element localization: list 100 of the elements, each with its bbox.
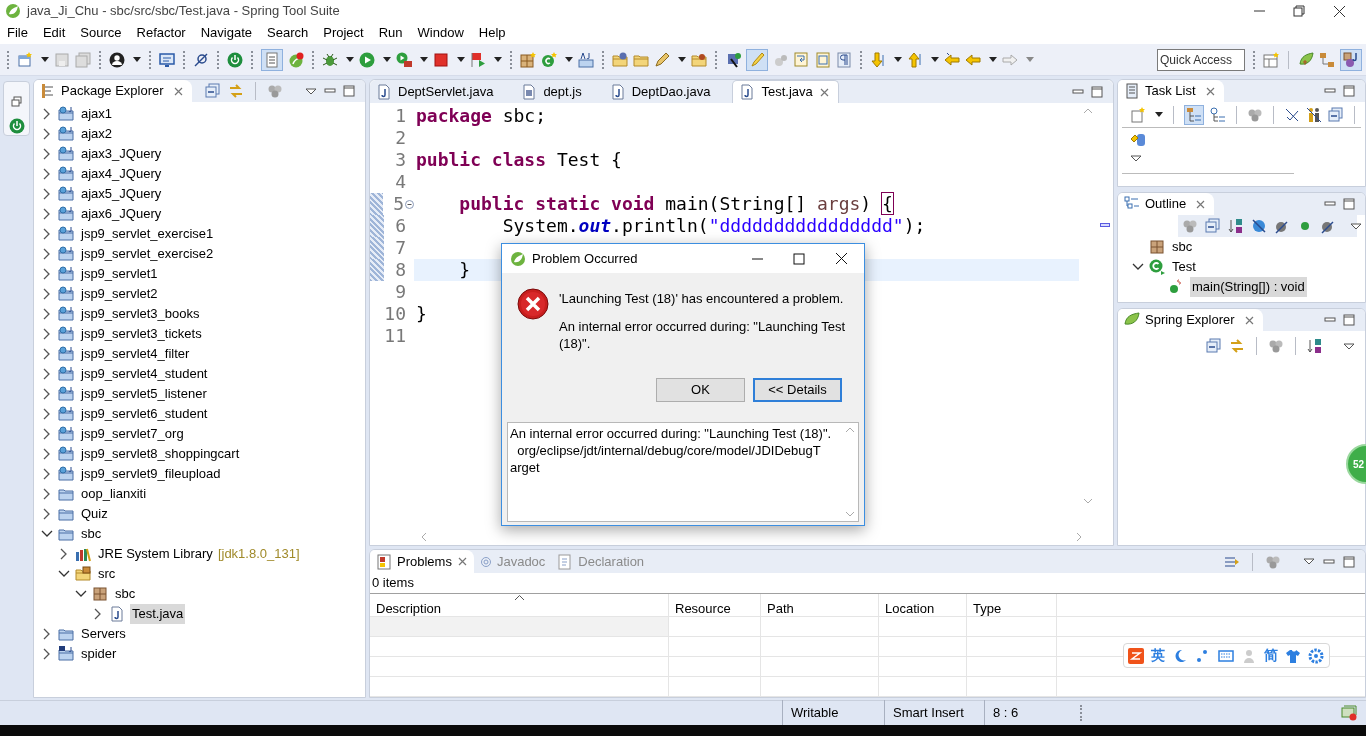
view-menu-icon[interactable] xyxy=(1303,557,1315,566)
numbered-list-icon[interactable] xyxy=(264,51,280,68)
collapse-all-icon[interactable] xyxy=(205,83,221,99)
tree-item[interactable]: jsp9_servlet4_student xyxy=(79,364,210,384)
scroll-down-icon[interactable] xyxy=(845,509,855,518)
hide-fields-icon[interactable] xyxy=(1251,218,1267,234)
view-tab[interactable]: Package Explorer xyxy=(34,80,192,102)
collapse-all-icon[interactable] xyxy=(1328,106,1344,123)
menu-item[interactable]: Edit xyxy=(42,23,66,43)
close-window-icon[interactable] xyxy=(1333,4,1346,18)
maximize-window-icon[interactable] xyxy=(793,252,805,265)
tree-item[interactable]: ajax3_JQuery xyxy=(79,144,164,164)
menu-item[interactable]: File xyxy=(7,23,28,43)
ime-language-toggle[interactable]: 英 xyxy=(1151,645,1165,666)
task-repository-icon[interactable] xyxy=(1130,132,1146,148)
sort-az-icon[interactable] xyxy=(1307,338,1323,354)
dropdown-caret-icon[interactable] xyxy=(133,57,141,62)
dropdown-caret-icon[interactable] xyxy=(989,57,997,62)
menu-item[interactable]: Run xyxy=(378,23,403,43)
java-ee-perspective-icon[interactable] xyxy=(1343,51,1359,68)
tree-item[interactable]: jsp9_servlet5_listener xyxy=(79,384,209,404)
close-window-icon[interactable] xyxy=(835,252,848,265)
menu-item[interactable]: Source xyxy=(80,23,122,43)
view-tab[interactable]: Task List xyxy=(1118,80,1224,102)
tree-item[interactable]: src xyxy=(96,564,118,584)
tree-item[interactable]: jsp9_servlet1 xyxy=(79,264,160,284)
tree-item[interactable]: sbc xyxy=(79,524,104,544)
dropdown-caret-icon[interactable] xyxy=(383,57,391,62)
shirt-icon[interactable] xyxy=(1285,647,1301,664)
tree-item[interactable]: Test.java xyxy=(130,604,186,624)
restore-window-icon[interactable] xyxy=(1293,5,1305,17)
hide-people-icon[interactable] xyxy=(1306,106,1322,123)
tree-item[interactable]: main(String[]) : void xyxy=(1190,277,1307,297)
tree-item[interactable]: jsp9_servlet9_fileupload xyxy=(79,464,223,484)
view-menu-icon[interactable] xyxy=(1130,154,1142,163)
scroll-up-icon[interactable] xyxy=(1083,107,1093,115)
details-text-area[interactable]: An internal error occurred during: "Launching Test (18)". org/eclipse/jdt/internal/debug/core/model/JDIDebugT arget xyxy=(507,421,859,522)
restore-icon[interactable] xyxy=(8,94,25,110)
tree-item[interactable]: ajax1 xyxy=(79,104,115,124)
new-file-icon[interactable] xyxy=(17,51,33,68)
view-tab[interactable]: Spring Explorer xyxy=(1118,309,1263,331)
view-tab[interactable]: Problems xyxy=(370,550,474,573)
editor-tab[interactable]: dept.js xyxy=(515,80,604,103)
menu-item[interactable]: Search xyxy=(267,23,309,43)
view-menu-icon[interactable] xyxy=(305,86,317,96)
new-class-icon[interactable] xyxy=(541,51,557,68)
dialog-button[interactable]: OK xyxy=(656,377,745,402)
column-header[interactable]: Type xyxy=(967,594,1057,616)
menu-item[interactable]: Help xyxy=(478,23,506,43)
tree-item[interactable]: ajax2 xyxy=(79,124,115,144)
scheduled-icon[interactable] xyxy=(1210,106,1226,123)
column-header[interactable]: Location xyxy=(879,594,967,616)
scroll-left-icon[interactable] xyxy=(420,532,428,542)
ime-script-toggle[interactable]: 简 xyxy=(1264,645,1278,666)
next-annotation-icon[interactable] xyxy=(870,51,886,68)
grid-star-icon[interactable] xyxy=(520,51,536,68)
back-arrow-icon[interactable] xyxy=(965,51,981,68)
tree-item[interactable]: Servers xyxy=(79,624,128,644)
tree-item[interactable]: jsp9_servlet_exercise2 xyxy=(79,244,216,264)
hide-local-types-icon[interactable] xyxy=(1320,218,1336,234)
tree-item[interactable]: jsp9_servlet7_org xyxy=(79,424,186,444)
dropdown-caret-icon[interactable] xyxy=(678,57,686,62)
tree-item[interactable]: sbc xyxy=(1170,237,1195,257)
highlighter-icon[interactable] xyxy=(749,51,765,68)
tree-item[interactable]: jsp9_servlet2 xyxy=(79,284,160,304)
spring-update-icon[interactable] xyxy=(288,51,304,68)
dropdown-caret-icon[interactable] xyxy=(931,57,939,62)
overview-marker[interactable] xyxy=(1100,223,1110,227)
tree-item[interactable]: oop_lianxiti xyxy=(79,484,149,504)
open-type-icon[interactable] xyxy=(691,51,707,68)
tree-item[interactable]: ajax4_JQuery xyxy=(79,164,164,184)
maximize-icon[interactable] xyxy=(1343,314,1355,326)
tree-item[interactable]: spider xyxy=(79,644,119,664)
hide-static-icon[interactable] xyxy=(1274,218,1290,234)
dropdown-caret-icon[interactable] xyxy=(346,57,354,62)
tree-item[interactable]: sbc xyxy=(113,584,138,604)
bug-icon[interactable] xyxy=(322,51,338,68)
menu-item[interactable]: Window xyxy=(417,23,464,43)
hierarchy-icon[interactable] xyxy=(1319,51,1335,68)
close-icon[interactable] xyxy=(1204,85,1216,97)
power-icon[interactable] xyxy=(8,118,25,134)
tree-item[interactable]: jsp9_servlet3_tickets xyxy=(79,324,204,344)
run-tool-icon[interactable] xyxy=(396,51,412,68)
maximize-icon[interactable] xyxy=(1343,85,1355,97)
last-edit-icon[interactable] xyxy=(944,51,960,68)
settings-icon[interactable] xyxy=(1308,647,1324,664)
tree-item[interactable]: jsp9_servlet4_filter xyxy=(79,344,192,364)
tree-item[interactable]: JRE System Library xyxy=(96,544,215,564)
word-wrap-icon[interactable] xyxy=(794,51,810,68)
flag-run-icon[interactable] xyxy=(470,51,486,68)
run-icon[interactable] xyxy=(359,51,375,68)
tree-item[interactable]: ajax5_JQuery xyxy=(79,184,164,204)
maximize-icon[interactable] xyxy=(343,85,355,97)
sort-az-icon[interactable] xyxy=(1228,218,1244,234)
tree-item[interactable]: jsp9_servlet6_student xyxy=(79,404,210,424)
scroll-down-icon[interactable] xyxy=(1083,497,1093,505)
view-menu-icon[interactable] xyxy=(1343,341,1355,351)
collapse-all-icon[interactable] xyxy=(1206,338,1222,354)
search-file-icon[interactable] xyxy=(725,51,741,68)
filter-icon[interactable] xyxy=(1182,218,1198,234)
